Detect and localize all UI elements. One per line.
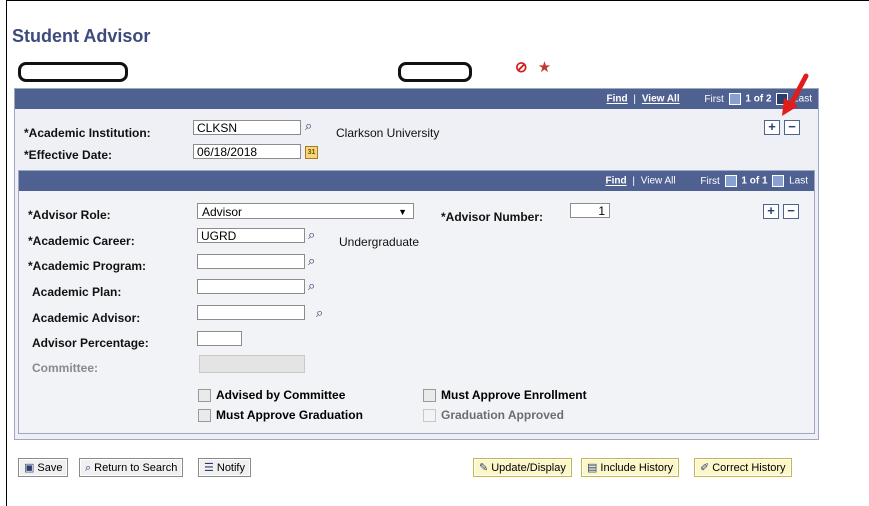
save-icon: ▣ bbox=[24, 462, 35, 474]
plan-lookup-icon[interactable]: ⌕ bbox=[308, 278, 315, 294]
view-all-link[interactable]: View All bbox=[641, 176, 676, 187]
academic-institution-label: *Academic Institution: bbox=[24, 126, 151, 140]
row-counter: 1 of 1 bbox=[741, 175, 768, 187]
checkbox-box[interactable] bbox=[423, 389, 436, 403]
notify-button[interactable]: ☰ Notify bbox=[198, 458, 251, 477]
advisor-lookup-icon[interactable]: ⌕ bbox=[316, 305, 323, 321]
page-title: Student Advisor bbox=[12, 26, 151, 46]
row-counter: 1 of 2 bbox=[745, 93, 772, 105]
next-icon[interactable] bbox=[772, 175, 785, 187]
add-advisor-row-button[interactable]: + bbox=[763, 204, 779, 219]
update-display-icon: ✎ bbox=[479, 462, 489, 474]
first-label: First bbox=[704, 93, 724, 105]
first-label: First bbox=[700, 175, 720, 187]
previous-icon[interactable] bbox=[724, 175, 737, 187]
save-label: Save bbox=[37, 462, 63, 474]
return-to-search-button[interactable]: ⌕ Return to Search bbox=[79, 458, 184, 477]
institution-lookup-icon[interactable]: ⌕ bbox=[305, 118, 312, 134]
top-status-icons: ⊘ ★ bbox=[515, 58, 551, 76]
graduation-approved-checkbox: Graduation Approved bbox=[423, 408, 564, 423]
delete-advisor-row-button[interactable]: − bbox=[783, 204, 799, 219]
advisor-role-select[interactable]: Advisor ▼ bbox=[197, 203, 414, 219]
advisor-percentage-label: Advisor Percentage: bbox=[32, 336, 149, 350]
add-row-button[interactable]: + bbox=[764, 120, 780, 135]
save-button[interactable]: ▣ Save bbox=[18, 458, 69, 477]
must-approve-enrollment-checkbox[interactable]: Must Approve Enrollment bbox=[423, 388, 587, 403]
academic-advisor-field[interactable] bbox=[197, 305, 305, 320]
committee-field bbox=[199, 355, 305, 373]
dropdown-arrow-icon: ▼ bbox=[398, 207, 407, 217]
include-history-button[interactable]: ▤ Include History bbox=[581, 458, 680, 477]
notify-icon: ☰ bbox=[204, 462, 214, 474]
checkbox-label: Must Approve Enrollment bbox=[441, 388, 587, 402]
inner-header-bar: Find | View All First 1 of 1 Last bbox=[19, 171, 814, 191]
checkbox-label: Must Approve Graduation bbox=[216, 408, 363, 422]
career-lookup-icon[interactable]: ⌕ bbox=[308, 227, 315, 243]
redacted-box bbox=[18, 62, 128, 82]
delete-row-button[interactable]: − bbox=[784, 120, 800, 135]
update-display-button[interactable]: ✎ Update/Display bbox=[473, 458, 572, 477]
inner-navigation: Find | View All First 1 of 1 Last bbox=[605, 175, 808, 187]
frame-border-top bbox=[6, 0, 869, 1]
find-link[interactable]: Find bbox=[607, 94, 628, 105]
program-lookup-icon[interactable]: ⌕ bbox=[308, 253, 315, 269]
academic-institution-field[interactable]: CLKSN bbox=[193, 120, 301, 135]
advisor-number-field[interactable]: 1 bbox=[570, 203, 610, 218]
academic-plan-field[interactable] bbox=[197, 279, 305, 294]
checkbox-label: Advised by Committee bbox=[216, 388, 346, 402]
checkbox-label: Graduation Approved bbox=[441, 408, 564, 422]
find-link[interactable]: Find bbox=[605, 176, 626, 187]
academic-advisor-label: Academic Advisor: bbox=[32, 311, 141, 325]
academic-program-field[interactable] bbox=[197, 254, 305, 269]
academic-plan-label: Academic Plan: bbox=[32, 285, 122, 299]
career-description: Undergraduate bbox=[339, 235, 420, 249]
correct-history-button[interactable]: ✐ Correct History bbox=[694, 458, 792, 477]
last-label: Last bbox=[789, 175, 808, 187]
must-approve-graduation-checkbox[interactable]: Must Approve Graduation bbox=[198, 408, 363, 423]
frame-border-left bbox=[6, 0, 7, 506]
redacted-box bbox=[398, 62, 472, 82]
separator: | bbox=[633, 93, 637, 105]
institution-description: Clarkson University bbox=[336, 126, 440, 140]
search-icon: ⌕ bbox=[85, 462, 92, 474]
include-history-icon: ▤ bbox=[587, 462, 598, 474]
view-all-link[interactable]: View All bbox=[642, 94, 680, 105]
advisor-role-label: *Advisor Role: bbox=[28, 208, 111, 222]
academic-program-label: *Academic Program: bbox=[28, 259, 147, 273]
advisor-role-value: Advisor bbox=[202, 205, 243, 219]
checkbox-box[interactable] bbox=[198, 389, 211, 403]
effective-date-label: *Effective Date: bbox=[24, 148, 113, 162]
no-symbol-icon: ⊘ bbox=[515, 59, 528, 76]
correct-history-icon: ✐ bbox=[700, 462, 710, 474]
previous-icon[interactable] bbox=[728, 93, 741, 105]
committee-label: Committee: bbox=[32, 361, 99, 375]
effective-date-field[interactable]: 06/18/2018 bbox=[193, 144, 301, 159]
separator: | bbox=[632, 175, 635, 187]
checkbox-box[interactable] bbox=[198, 409, 211, 423]
notify-label: Notify bbox=[216, 462, 245, 474]
annotation-arrow-icon bbox=[782, 73, 809, 116]
advisor-number-label: *Advisor Number: bbox=[441, 210, 544, 224]
academic-career-field[interactable]: UGRD bbox=[197, 228, 305, 243]
advised-by-committee-checkbox[interactable]: Advised by Committee bbox=[198, 388, 346, 403]
advisor-percentage-field[interactable] bbox=[197, 331, 242, 346]
outer-header-bar: Find | View All First 1 of 2 Last bbox=[15, 89, 818, 109]
advisor-panel: Find | View All First 1 of 1 Last bbox=[18, 170, 815, 434]
return-label: Return to Search bbox=[94, 462, 178, 474]
academic-career-label: *Academic Career: bbox=[28, 234, 135, 248]
update-display-label: Update/Display bbox=[491, 462, 566, 474]
checkbox-box bbox=[423, 409, 436, 423]
star-icon: ★ bbox=[537, 59, 552, 76]
calendar-icon[interactable]: 31 bbox=[305, 146, 318, 159]
include-history-label: Include History bbox=[600, 462, 674, 474]
correct-history-label: Correct History bbox=[712, 462, 786, 474]
